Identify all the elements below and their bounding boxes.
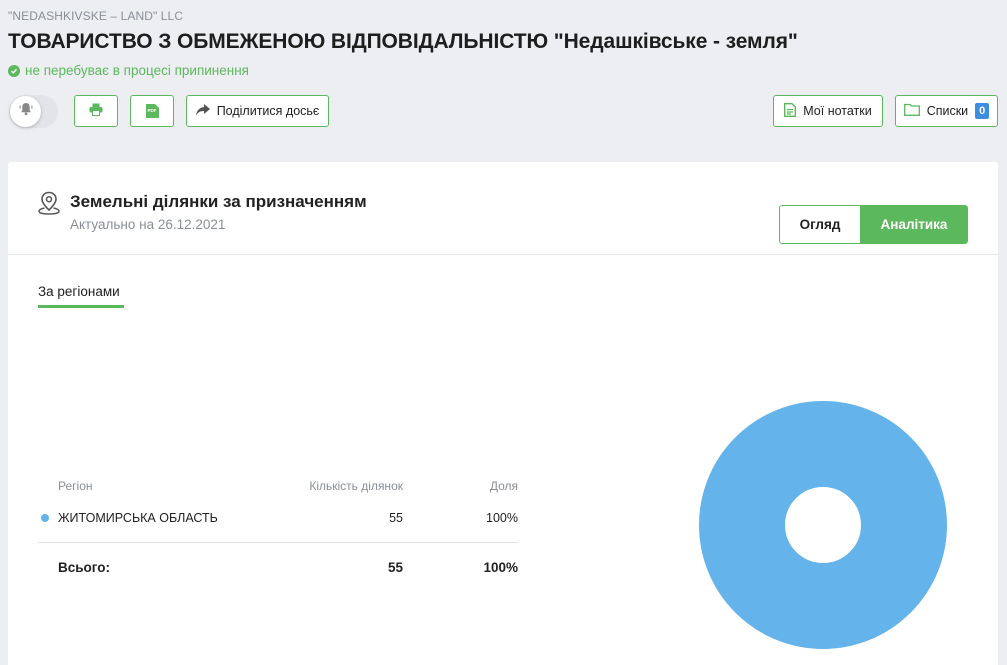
pdf-icon: PDF [145, 104, 159, 118]
row-share: 100% [486, 511, 518, 525]
card-subtitle: Актуально на 26.12.2021 [70, 217, 226, 232]
share-dossier-button[interactable]: Поділитися досьє [186, 95, 329, 127]
toggle-knob [10, 96, 41, 127]
my-notes-label: Мої нотатки [803, 104, 872, 118]
tab-analytics[interactable]: Аналітика [860, 205, 968, 244]
print-button[interactable] [74, 95, 118, 127]
pdf-button[interactable]: PDF [130, 95, 174, 127]
check-circle-icon [8, 64, 20, 77]
card-header: Земельні ділянки за призначенням Актуаль… [8, 162, 998, 255]
company-status: не перебуває в процесі припинення [8, 63, 249, 78]
view-switch: Огляд Аналітика [779, 205, 968, 244]
notifications-toggle[interactable] [9, 95, 58, 128]
company-english-name: "NEDASHKIVSKE – LAND" LLC [8, 9, 184, 23]
share-arrow-icon [195, 103, 210, 119]
column-header-share: Доля [489, 479, 518, 493]
legend-dot [41, 514, 49, 522]
lists-label: Списки [926, 104, 969, 118]
column-header-count: Кількість ділянок [309, 479, 403, 493]
folder-icon [903, 103, 920, 119]
map-pin-icon [38, 191, 60, 220]
tab-overview[interactable]: Огляд [779, 205, 860, 244]
printer-icon [89, 103, 103, 119]
total-count: 55 [387, 560, 403, 575]
status-text: не перебуває в процесі припинення [25, 63, 249, 78]
card-title: Земельні ділянки за призначенням [70, 192, 367, 211]
my-notes-button[interactable]: Мої нотатки [773, 95, 883, 127]
pdf-icon-label: PDF [147, 108, 157, 113]
lists-button[interactable]: Списки 0 [895, 95, 998, 127]
region-donut-chart [699, 401, 947, 649]
tab-by-regions[interactable]: За регіонами [38, 284, 120, 299]
total-label: Всього: [58, 560, 110, 575]
land-plots-card: Земельні ділянки за призначенням Актуаль… [8, 162, 998, 665]
bell-icon [18, 101, 34, 122]
column-header-region: Регіон [58, 479, 93, 493]
row-region: ЖИТОМИРСЬКА ОБЛАСТЬ [58, 511, 218, 525]
share-dossier-label: Поділитися досьє [216, 104, 320, 118]
donut-slice[interactable] [699, 401, 947, 649]
lists-count-badge: 0 [975, 103, 990, 119]
tab-active-indicator [38, 305, 124, 308]
note-icon [784, 102, 797, 120]
total-share: 100% [483, 560, 518, 575]
row-count: 55 [389, 511, 403, 525]
company-title: ТОВАРИСТВО З ОБМЕЖЕНОЮ ВІДПОВІДАЛЬНІСТЮ … [8, 30, 798, 53]
table-divider [38, 542, 518, 543]
